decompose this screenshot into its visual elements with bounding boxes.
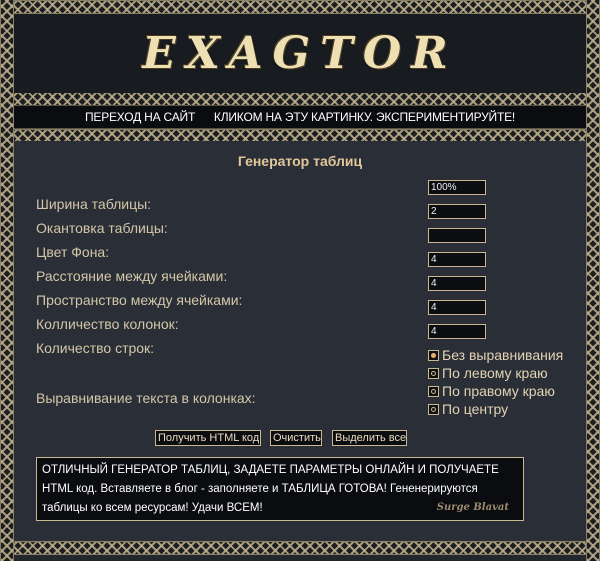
radio-icon[interactable] <box>428 367 439 379</box>
label-bg-color: Цвет Фона: <box>36 244 110 260</box>
align-option-left[interactable]: По левому краю <box>428 365 548 381</box>
frame-left <box>0 0 14 561</box>
banner-text: ПЕРЕХОД НА САЙТ КЛИКОМ НА ЭТУ КАРТИНКУ. … <box>84 110 516 124</box>
label-align: Выравнивание текста в колонках: <box>36 390 256 406</box>
page-title: Генератор таблиц <box>237 153 363 169</box>
align-option-label: По правому краю <box>442 383 555 399</box>
radio-icon[interactable] <box>428 403 439 415</box>
site-link-banner[interactable]: ПЕРЕХОД НА САЙТ КЛИКОМ НА ЭТУ КАРТИНКУ. … <box>14 105 586 129</box>
get-html-button[interactable]: Получить HTML код <box>155 430 261 446</box>
site-logo[interactable]: EXAGTOR <box>142 28 457 79</box>
align-option-label: По центру <box>442 401 509 417</box>
frame-bottom <box>0 541 600 555</box>
radio-icon[interactable] <box>428 385 439 397</box>
border-input[interactable]: 2 <box>428 204 486 219</box>
clear-button[interactable]: Очистить <box>270 430 322 446</box>
align-option-label: Без выравнивания <box>442 347 564 363</box>
align-option-none[interactable]: Без выравнивания <box>428 347 563 363</box>
frame-top <box>0 0 600 14</box>
label-cell-padding: Пространство между ячейками: <box>36 292 243 308</box>
description-box: ОТЛИЧНЫЙ ГЕНЕРАТОР ТАБЛИЦ, ЗАДАЕТЕ ПАРАМ… <box>36 457 524 521</box>
select-all-button[interactable]: Выделить все <box>332 430 407 446</box>
bg-color-input[interactable] <box>428 228 486 243</box>
align-option-center[interactable]: По центру <box>428 401 508 417</box>
cell-spacing-input[interactable]: 4 <box>428 252 486 267</box>
rows-input[interactable]: 4 <box>428 324 486 339</box>
header: EXAGTOR <box>14 14 586 93</box>
label-border: Окантовка таблицы: <box>36 220 168 236</box>
frame-right <box>586 0 600 561</box>
width-input[interactable]: 100% <box>428 180 486 195</box>
frame-divider-upper <box>0 92 600 106</box>
align-option-right[interactable]: По правому краю <box>428 383 555 399</box>
description-line: ОТЛИЧНЫЙ ГЕНЕРАТОР ТАБЛИЦ, ЗАДАЕТЕ ПАРАМ… <box>42 464 499 476</box>
columns-input[interactable]: 4 <box>428 300 486 315</box>
radio-selected-icon[interactable] <box>428 349 439 361</box>
label-width: Ширина таблицы: <box>36 196 152 212</box>
table-generator-panel: Генератор таблиц Ширина таблицы: Окантов… <box>14 141 586 541</box>
description-line: HTML код. Вставляете в блог - заполняете… <box>42 483 478 495</box>
label-cell-spacing: Расстояние между ячейками: <box>36 268 228 284</box>
cell-padding-input[interactable]: 4 <box>428 276 486 291</box>
align-option-label: По левому краю <box>442 365 548 381</box>
label-rows: Количество строк: <box>36 340 155 356</box>
author-signature: Surge Blavat <box>436 502 509 513</box>
label-columns: Колличество колонок: <box>36 316 179 332</box>
